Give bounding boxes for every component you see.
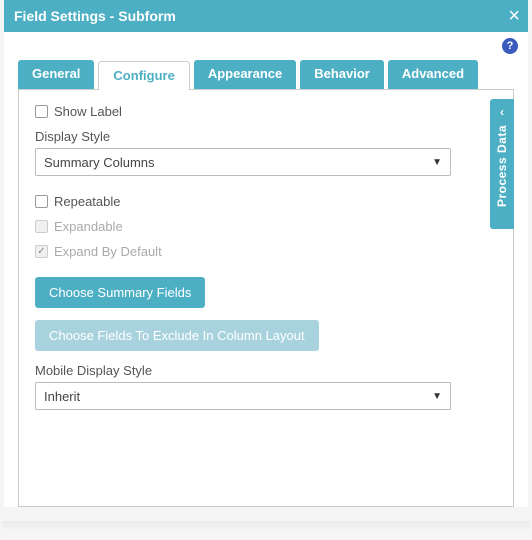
mobile-display-row: Mobile Display Style Inherit ▼ xyxy=(35,363,497,410)
choose-summary-fields-button[interactable]: Choose Summary Fields xyxy=(35,277,205,308)
show-label-row: Show Label xyxy=(35,104,497,119)
chevron-down-icon: ▼ xyxy=(432,157,442,168)
tab-general[interactable]: General xyxy=(18,60,94,89)
mobile-display-select[interactable]: Inherit ▼ xyxy=(35,382,451,410)
repeatable-checkbox[interactable] xyxy=(35,195,48,208)
titlebar: Field Settings - Subform × xyxy=(4,0,528,32)
expandable-text: Expandable xyxy=(54,219,123,234)
expandable-row: Expandable xyxy=(35,219,497,234)
process-data-sidetab[interactable]: ‹ Process Data xyxy=(490,99,514,229)
expandable-checkbox xyxy=(35,220,48,233)
help-icon[interactable]: ? xyxy=(502,38,518,54)
choose-exclude-fields-button: Choose Fields To Exclude In Column Layou… xyxy=(35,320,319,351)
dialog-title: Field Settings - Subform xyxy=(14,8,176,24)
display-style-row: Display Style Summary Columns ▼ xyxy=(35,129,497,176)
display-style-label: Display Style xyxy=(35,129,497,144)
display-style-select[interactable]: Summary Columns ▼ xyxy=(35,148,451,176)
repeatable-text: Repeatable xyxy=(54,194,121,209)
check-icon: ✓ xyxy=(37,247,45,257)
process-data-label: Process Data xyxy=(495,125,509,207)
help-row: ? xyxy=(4,32,528,60)
mobile-display-value: Inherit xyxy=(44,389,80,404)
mobile-display-label: Mobile Display Style xyxy=(35,363,497,378)
display-style-value: Summary Columns xyxy=(44,155,155,170)
tab-appearance[interactable]: Appearance xyxy=(194,60,296,89)
tab-configure[interactable]: Configure xyxy=(98,61,189,90)
expand-default-text: Expand By Default xyxy=(54,244,162,259)
panel-wrap: Show Label Display Style Summary Columns… xyxy=(18,89,514,507)
chevron-left-icon: ‹ xyxy=(500,105,504,119)
tab-behavior[interactable]: Behavior xyxy=(300,60,384,89)
expand-default-checkbox: ✓ xyxy=(35,245,48,258)
show-label-text: Show Label xyxy=(54,104,122,119)
show-label-checkbox[interactable] xyxy=(35,105,48,118)
repeatable-row: Repeatable xyxy=(35,194,497,209)
expand-default-row: ✓ Expand By Default xyxy=(35,244,497,259)
configure-panel: Show Label Display Style Summary Columns… xyxy=(18,89,514,507)
chevron-down-icon: ▼ xyxy=(432,391,442,402)
close-icon[interactable]: × xyxy=(508,6,520,26)
dialog: Field Settings - Subform × ? General Con… xyxy=(4,0,528,507)
dialog-shadow xyxy=(2,521,530,531)
tab-bar: General Configure Appearance Behavior Ad… xyxy=(4,60,528,89)
tab-advanced[interactable]: Advanced xyxy=(388,60,478,89)
